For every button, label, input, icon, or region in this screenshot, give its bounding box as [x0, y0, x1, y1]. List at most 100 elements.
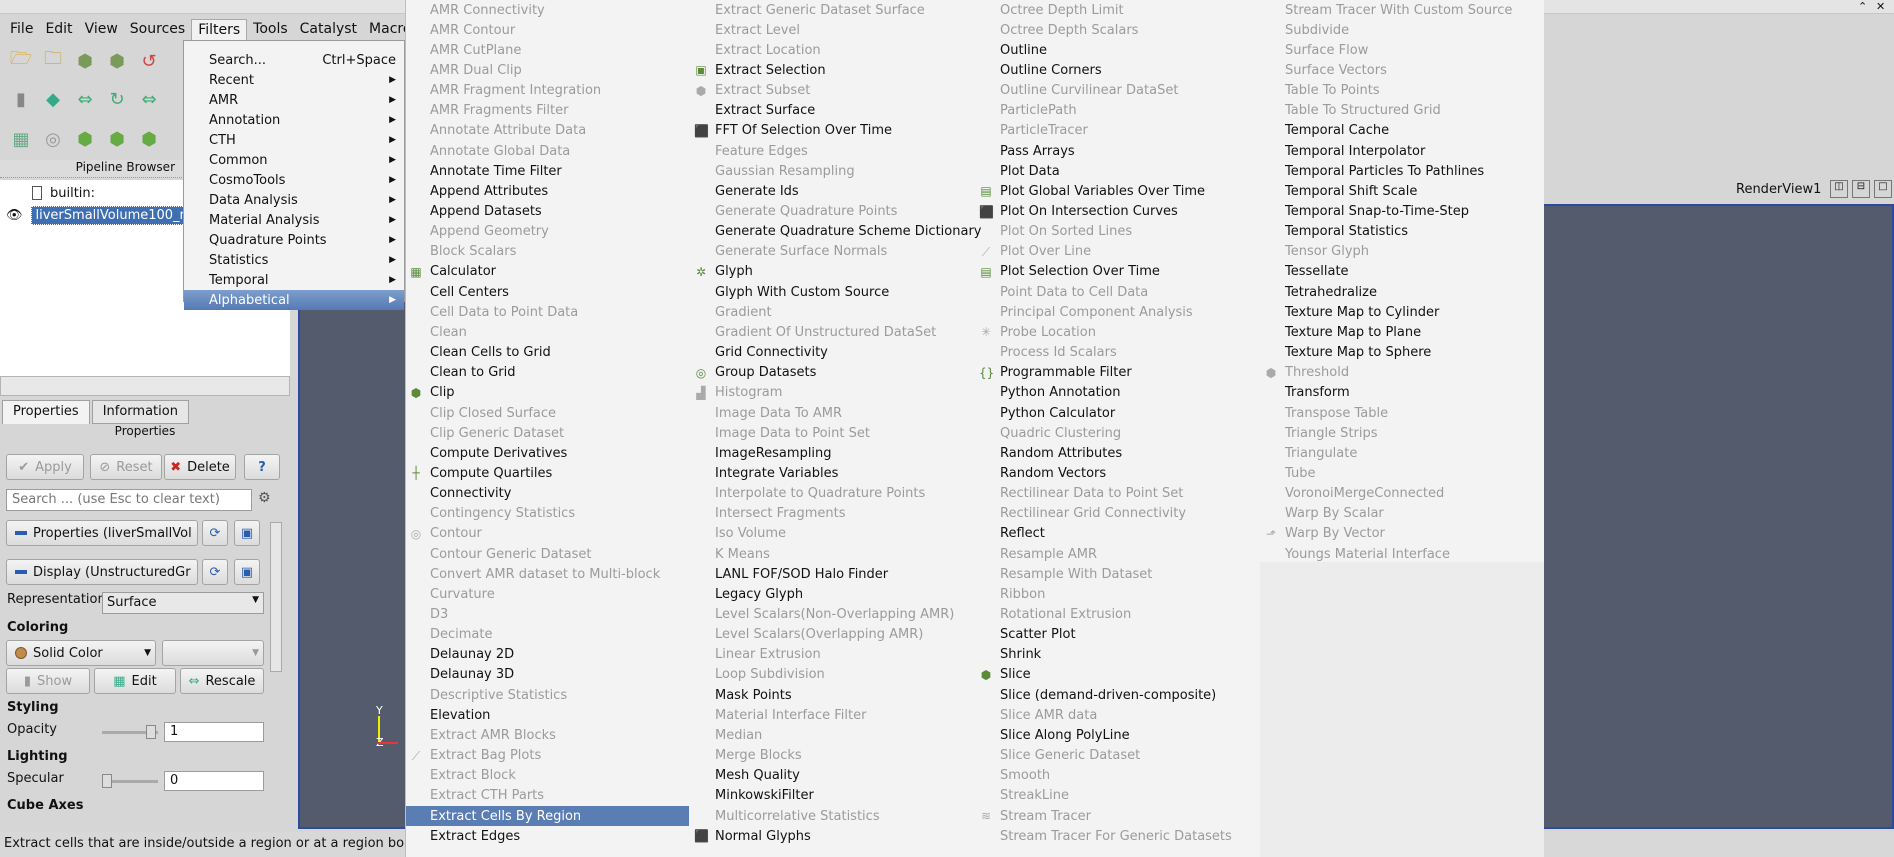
filter-extract-bag-plots[interactable]: ⟋ Extract Bag Plots	[406, 746, 689, 766]
filter-multicorrelative-statistics[interactable]: Multicorrelative Statistics	[691, 806, 976, 826]
split-horizontal-icon[interactable]: ◫	[1830, 180, 1848, 198]
filter-quadric-clustering[interactable]: Quadric Clustering	[976, 423, 1261, 443]
filter-imageresampling[interactable]: ImageResampling	[691, 443, 976, 463]
filter-contour-generic-dataset[interactable]: Contour Generic Dataset	[406, 544, 689, 564]
menu-view[interactable]: View	[79, 19, 124, 39]
menu-file[interactable]: File	[4, 19, 39, 39]
filter-amr-dual-clip[interactable]: AMR Dual Clip	[406, 60, 689, 80]
filter-descriptive-statistics[interactable]: Descriptive Statistics	[406, 685, 689, 705]
filter-extract-surface[interactable]: Extract Surface	[691, 101, 976, 121]
filter-cell-data-to-point-data[interactable]: Cell Data to Point Data	[406, 302, 689, 322]
filter-interpolate-to-quadrature-points[interactable]: Interpolate to Quadrature Points	[691, 484, 976, 504]
filter-normal-glyphs[interactable]: ⬛ Normal Glyphs	[691, 826, 976, 846]
display-section-toggle[interactable]: Display (UnstructuredGr	[6, 559, 198, 585]
filter-linear-extrusion[interactable]: Linear Extrusion	[691, 645, 976, 665]
opacity-slider-handle[interactable]	[146, 725, 156, 739]
filter-surface-vectors[interactable]: Surface Vectors	[1261, 60, 1545, 80]
filter-ribbon[interactable]: Ribbon	[976, 584, 1261, 604]
filter-contingency-statistics[interactable]: Contingency Statistics	[406, 504, 689, 524]
filter-mask-points[interactable]: Mask Points	[691, 685, 976, 705]
filters-menu-item-quadrature-points[interactable]: Quadrature Points ▶	[184, 230, 404, 250]
filter-minkowskifilter[interactable]: MinkowskiFilter	[691, 786, 976, 806]
filter-extract-cth-parts[interactable]: Extract CTH Parts	[406, 786, 689, 806]
save-defaults-icon[interactable]: ▣	[234, 559, 260, 585]
filter-tetrahedralize[interactable]: Tetrahedralize	[1261, 282, 1545, 302]
filters-menu-item-statistics[interactable]: Statistics ▶	[184, 250, 404, 270]
filter-texture-map-to-plane[interactable]: Texture Map to Plane	[1261, 322, 1545, 342]
filters-menu-item-alphabetical[interactable]: Alphabetical ▶	[184, 290, 404, 310]
color-map-icon[interactable]: ◆	[40, 86, 66, 112]
view-icon[interactable]: ⇔	[136, 86, 162, 112]
filter-stream-tracer[interactable]: ≋ Stream Tracer	[976, 806, 1261, 826]
filters-menu-item-search[interactable]: Search... Ctrl+Space	[184, 50, 404, 70]
filter-octree-depth-limit[interactable]: Octree Depth Limit	[976, 0, 1261, 20]
reset-button[interactable]: ⊘ Reset	[90, 454, 162, 480]
menu-tools[interactable]: Tools	[247, 19, 294, 39]
calculator-tool-icon[interactable]: ▦	[8, 126, 34, 152]
help-button[interactable]: ?	[244, 454, 280, 480]
undo-icon[interactable]: ↺	[136, 48, 162, 74]
filter-voronoimergeconnected[interactable]: VoronoiMergeConnected	[1261, 484, 1545, 504]
filter-temporal-particles-to-pathlines[interactable]: Temporal Particles To Pathlines	[1261, 161, 1545, 181]
filter-slice-demand-driven-composite[interactable]: Slice (demand-driven-composite)	[976, 685, 1261, 705]
filter-integrate-variables[interactable]: Integrate Variables	[691, 463, 976, 483]
filter-transpose-table[interactable]: Transpose Table	[1261, 403, 1545, 423]
solid-color-select[interactable]: Solid Color ▼	[6, 640, 156, 666]
filter-extract-block[interactable]: Extract Block	[406, 766, 689, 786]
filter-fft-of-selection-over-time[interactable]: ⬛ FFT Of Selection Over Time	[691, 121, 976, 141]
filter-iso-volume[interactable]: Iso Volume	[691, 524, 976, 544]
filter-tube[interactable]: Tube	[1261, 463, 1545, 483]
filter-extract-cells-by-region[interactable]: Extract Cells By Region	[406, 806, 689, 826]
show-button[interactable]: ▮ Show	[6, 668, 90, 694]
filter-amr-contour[interactable]: AMR Contour	[406, 20, 689, 40]
contour-tool-icon[interactable]: ◎	[40, 126, 66, 152]
filter-plot-on-sorted-lines[interactable]: Plot On Sorted Lines	[976, 222, 1261, 242]
filter-amr-fragments-filter[interactable]: AMR Fragments Filter	[406, 101, 689, 121]
properties-section-toggle[interactable]: Properties (liverSmallVol	[6, 520, 198, 546]
filter-legacy-glyph[interactable]: Legacy Glyph	[691, 584, 976, 604]
filter-extract-subset[interactable]: ⬢ Extract Subset	[691, 81, 976, 101]
filter-subdivide[interactable]: Subdivide	[1261, 20, 1545, 40]
filter-intersect-fragments[interactable]: Intersect Fragments	[691, 504, 976, 524]
filter-texture-map-to-sphere[interactable]: Texture Map to Sphere	[1261, 343, 1545, 363]
filter-amr-fragment-integration[interactable]: AMR Fragment Integration	[406, 81, 689, 101]
filter-block-scalars[interactable]: Block Scalars	[406, 242, 689, 262]
rotate-icon[interactable]: ↻	[104, 86, 130, 112]
filter-probe-location[interactable]: ✳ Probe Location	[976, 322, 1261, 342]
filters-menu-item-material-analysis[interactable]: Material Analysis ▶	[184, 210, 404, 230]
slice-tool-icon[interactable]: ⬢	[104, 126, 130, 152]
filter-extract-edges[interactable]: Extract Edges	[406, 826, 689, 846]
filter-random-vectors[interactable]: Random Vectors	[976, 463, 1261, 483]
filter-table-to-points[interactable]: Table To Points	[1261, 81, 1545, 101]
filter-random-attributes[interactable]: Random Attributes	[976, 443, 1261, 463]
filter-rectilinear-data-to-point-set[interactable]: Rectilinear Data to Point Set	[976, 484, 1261, 504]
filter-image-data-to-amr[interactable]: Image Data To AMR	[691, 403, 976, 423]
filters-menu-item-cosmotools[interactable]: CosmoTools ▶	[184, 170, 404, 190]
filter-gaussian-resampling[interactable]: Gaussian Resampling	[691, 161, 976, 181]
filter-compute-quartiles[interactable]: ┼ Compute Quartiles	[406, 463, 689, 483]
filter-amr-cutplane[interactable]: AMR CutPlane	[406, 40, 689, 60]
menu-sources[interactable]: Sources	[124, 19, 191, 39]
filter-slice[interactable]: ⬢ Slice	[976, 665, 1261, 685]
filter-gradient[interactable]: Gradient	[691, 302, 976, 322]
specular-field[interactable]: 0	[164, 771, 264, 791]
filter-tessellate[interactable]: Tessellate	[1261, 262, 1545, 282]
filter-amr-connectivity[interactable]: AMR Connectivity	[406, 0, 689, 20]
filter-tensor-glyph[interactable]: Tensor Glyph	[1261, 242, 1545, 262]
filter-append-geometry[interactable]: Append Geometry	[406, 222, 689, 242]
filter-extract-level[interactable]: Extract Level	[691, 20, 976, 40]
minimize-icon[interactable]: ⌃	[1858, 0, 1867, 13]
filter-plot-over-line[interactable]: ⟋ Plot Over Line	[976, 242, 1261, 262]
filter-triangle-strips[interactable]: Triangle Strips	[1261, 423, 1545, 443]
filter-programmable-filter[interactable]: {} Programmable Filter	[976, 363, 1261, 383]
filter-texture-map-to-cylinder[interactable]: Texture Map to Cylinder	[1261, 302, 1545, 322]
filter-contour[interactable]: ◎ Contour	[406, 524, 689, 544]
filter-generate-quadrature-scheme-dictionary[interactable]: Generate Quadrature Scheme Dictionary	[691, 222, 981, 242]
filter-temporal-snap-to-time-step[interactable]: Temporal Snap-to-Time-Step	[1261, 202, 1545, 222]
filter-plot-global-variables-over-time[interactable]: ▤ Plot Global Variables Over Time	[976, 181, 1261, 201]
filter-resample-amr[interactable]: Resample AMR	[976, 544, 1261, 564]
pipeline-hscroll[interactable]	[0, 376, 290, 396]
filter-plot-on-intersection-curves[interactable]: ⬛ Plot On Intersection Curves	[976, 202, 1261, 222]
filter-temporal-cache[interactable]: Temporal Cache	[1261, 121, 1545, 141]
menu-catalyst[interactable]: Catalyst	[294, 19, 363, 39]
